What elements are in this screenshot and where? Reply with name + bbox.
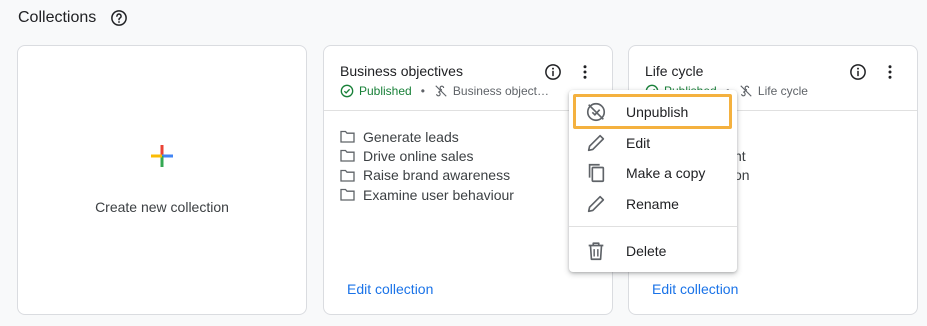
menu-item-label: Make a copy: [626, 164, 706, 181]
menu-item-label: Edit: [626, 134, 651, 151]
menu-item-label: Rename: [626, 195, 679, 212]
info-icon[interactable]: [544, 63, 562, 81]
menu-divider: [569, 226, 737, 227]
collection-context-menu: Unpublish Edit Make a copy Rename Delete: [569, 90, 737, 272]
check-circle-icon: [340, 84, 354, 98]
folder-icon: [340, 130, 355, 143]
list-item-label: Drive online sales: [363, 147, 474, 164]
edit-collection-link[interactable]: Edit collection: [347, 281, 433, 297]
list-item: nt: [734, 146, 917, 165]
more-vert-icon[interactable]: [881, 63, 899, 81]
plus-icon: [151, 145, 173, 167]
collection-type-icon: [435, 85, 447, 97]
menu-item-delete[interactable]: Delete: [569, 235, 737, 266]
menu-item-edit[interactable]: Edit: [569, 127, 737, 158]
collection-type-icon: [740, 85, 752, 97]
meta-separator: •: [420, 84, 425, 98]
menu-item-label: Delete: [626, 242, 667, 259]
trash-icon: [588, 241, 604, 260]
folder-icon: [340, 169, 355, 182]
more-vert-icon[interactable]: [576, 63, 594, 81]
page-header: Collections: [18, 6, 128, 30]
copy-icon: [588, 163, 605, 182]
create-collection-card[interactable]: Create new collection: [17, 45, 307, 315]
collection-type-text: Life cycle: [757, 84, 808, 98]
menu-item-rename[interactable]: Rename: [569, 188, 737, 219]
folder-icon: [340, 150, 355, 163]
menu-item-label: Unpublish: [626, 103, 689, 120]
list-item-label: Examine user behaviour: [363, 186, 514, 203]
page-title: Collections: [18, 9, 97, 26]
pencil-icon: [587, 134, 605, 151]
status-badge: Published: [340, 84, 412, 98]
edit-collection-link[interactable]: Edit collection: [652, 281, 738, 297]
pencil-icon: [587, 195, 605, 212]
help-circle-icon[interactable]: [110, 9, 128, 27]
collection-type: Life cycle: [739, 84, 808, 98]
menu-item-unpublish[interactable]: Unpublish: [569, 96, 737, 127]
menu-item-make-a-copy[interactable]: Make a copy: [569, 157, 737, 188]
create-collection-label: Create new collection: [95, 199, 229, 215]
status-text: Published: [359, 84, 412, 98]
list-item: [734, 185, 917, 204]
unpublish-icon: [586, 102, 606, 121]
collection-title: Business objectives: [340, 63, 463, 79]
info-icon[interactable]: [849, 63, 867, 81]
list-item-label: Raise brand awareness: [363, 167, 511, 184]
collection-title: Life cycle: [645, 63, 704, 79]
folder-icon: [340, 188, 355, 201]
list-item-label: Generate leads: [363, 128, 459, 145]
list-item: [734, 127, 917, 146]
collection-type: Business object…: [434, 84, 549, 98]
collection-type-text: Business object…: [452, 84, 549, 98]
list-item: on: [734, 166, 917, 185]
